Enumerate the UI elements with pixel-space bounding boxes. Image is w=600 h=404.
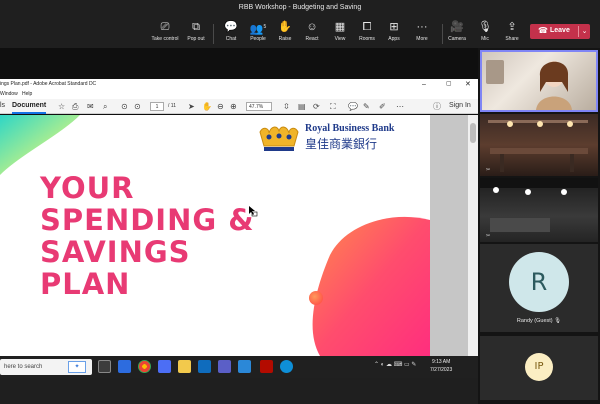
file-explorer-icon[interactable]	[178, 360, 191, 373]
more-icon: ···	[416, 21, 428, 33]
chrome-icon[interactable]	[138, 360, 151, 373]
edge-icon[interactable]	[280, 360, 293, 373]
highlight-icon[interactable]: ✎	[363, 102, 370, 111]
slide-title-line: PLAN	[40, 267, 131, 301]
comment-icon[interactable]: 💬	[348, 102, 358, 111]
page-down-icon[interactable]: ⊙	[134, 102, 141, 111]
slide-title-line: SAVINGS	[40, 235, 191, 269]
search-icon[interactable]: ⌕	[103, 102, 107, 111]
pop-out-button[interactable]: ⧉ Pop out	[178, 20, 214, 42]
rotate-icon[interactable]: ⟳	[313, 102, 320, 111]
slide-title-line: SPENDING &	[40, 203, 255, 237]
close-icon[interactable]: ✕	[465, 79, 471, 90]
window-title: RBB Workshop - Budgeting and Saving	[238, 4, 362, 11]
scroll-mode-icon[interactable]: ▤	[298, 102, 306, 111]
acrobat-icon[interactable]	[260, 360, 273, 373]
mic-muted-icon: ✂	[486, 233, 491, 239]
widgets-icon[interactable]	[118, 360, 131, 373]
draw-icon[interactable]: ✐	[379, 102, 386, 111]
participant-video-tile[interactable]	[480, 50, 598, 112]
document-scrollbar[interactable]	[468, 115, 478, 356]
pink-blob-shape	[312, 216, 430, 356]
search-highlight-icon: ✦	[68, 361, 86, 373]
slide-title-line: YOUR	[40, 171, 135, 205]
participants-panel: ✂ ✂ R Randy (Guest) 🎙 IP	[478, 48, 600, 404]
hand-tool-icon[interactable]: ✋	[202, 102, 212, 111]
bank-name: Royal Business Bank	[305, 123, 395, 134]
pop-out-icon: ⧉	[192, 21, 200, 33]
orange-dot-shape	[309, 291, 323, 305]
share-icon: ⇪	[507, 21, 517, 33]
page-up-icon[interactable]: ⊙	[121, 102, 128, 111]
outlook-icon[interactable]	[198, 360, 211, 373]
presenter-video	[486, 60, 572, 110]
mic-muted-icon: ✂	[486, 167, 491, 173]
task-view-icon[interactable]	[98, 360, 111, 373]
chevron-down-icon[interactable]: ⌄	[578, 26, 590, 37]
fit-page-icon[interactable]: ⇳	[283, 102, 290, 111]
page-number-input[interactable]: 1	[150, 102, 164, 111]
leave-button[interactable]: ☎ Leave ⌄	[530, 24, 590, 39]
people-count: 5	[263, 24, 267, 30]
avatar: IP	[525, 353, 553, 381]
scrollbar-thumb[interactable]	[470, 123, 476, 143]
share-button[interactable]: ⇪ Share	[494, 20, 530, 42]
minimize-icon[interactable]: –	[422, 79, 426, 90]
fullscreen-icon[interactable]: ⛶	[330, 102, 336, 111]
teal-blob-shape	[0, 115, 80, 175]
help-icon[interactable]: ⓘ	[433, 102, 441, 111]
zoom-level-select[interactable]: 47.7%	[246, 102, 272, 111]
teams-meeting-window: RBB Workshop - Budgeting and Saving ⎚ Ta…	[0, 0, 600, 404]
mic-muted-icon: 🎙	[554, 318, 562, 324]
more-tools-icon[interactable]: ⋯	[396, 102, 404, 111]
shared-screen: ings Plan.pdf - Adobe Acrobat Standard D…	[0, 48, 478, 378]
document-tab[interactable]: Document	[12, 99, 47, 114]
teams-app-icon[interactable]	[218, 360, 231, 373]
participant-name: Randy (Guest)	[516, 318, 553, 324]
windows-taskbar: here to search ✦ ⌃ ◐ ☁ ⌨ ▭ ✎ 9:13 AM 7/2…	[0, 356, 478, 378]
more-button[interactable]: ··· More	[404, 20, 440, 42]
zoom-in-icon[interactable]: ⊕	[230, 102, 237, 111]
star-icon[interactable]: ☆	[58, 102, 65, 111]
participant-video-tile[interactable]: ✂	[480, 114, 598, 176]
taskbar-clock[interactable]: 9:13 AM 7/27/2023	[430, 358, 452, 374]
participant-avatar-tile[interactable]: IP	[480, 336, 598, 400]
email-icon[interactable]: ✉	[87, 102, 94, 111]
phone-hangup-icon: ☎	[538, 26, 548, 35]
menu-window[interactable]: Window	[0, 90, 18, 99]
bank-crown-logo	[259, 126, 299, 151]
maximize-icon[interactable]: ▢	[446, 79, 452, 90]
acrobat-right-panel	[430, 115, 468, 356]
avatar: R	[509, 252, 569, 312]
menu-help[interactable]: Help	[22, 90, 32, 99]
presentation-slide: Royal Business Bank 皇佳商業銀行 YOUR SPENDING…	[0, 115, 430, 356]
store-icon[interactable]	[238, 360, 251, 373]
zoom-out-icon[interactable]: ⊖	[217, 102, 224, 111]
bank-name-chinese: 皇佳商業銀行	[305, 137, 378, 151]
print-icon[interactable]: ⎙	[72, 102, 78, 111]
teams-icon[interactable]	[158, 360, 171, 373]
meeting-toolbar: ⎚ Take control ⧉ Pop out 💬 Chat 👥5 Peopl…	[0, 16, 600, 48]
acrobat-menubar: Window Help	[0, 90, 478, 99]
bank-logo-text: Royal Business Bank 皇佳商業銀行	[305, 123, 394, 152]
page-total: / 11	[168, 103, 176, 109]
acrobat-titlebar: ings Plan.pdf - Adobe Acrobat Standard D…	[0, 79, 478, 90]
sign-in-link[interactable]: Sign In	[449, 102, 471, 109]
select-cursor-icon[interactable]: ➤	[188, 102, 195, 111]
taskbar-search-input[interactable]: here to search ✦	[0, 359, 92, 375]
acrobat-toolbar: ls Document ☆ ⎙ ✉ ⌕ ⊙ ⊙ 1 / 11 ➤ ✋ ⊖ ⊕ 4…	[0, 99, 478, 114]
participant-video-tile[interactable]: ✂	[480, 178, 598, 242]
slide-title: YOUR SPENDING & SAVINGS PLAN	[40, 172, 255, 300]
room-video	[480, 178, 598, 232]
people-icon: 👥	[249, 23, 264, 36]
participant-avatar-tile[interactable]: R Randy (Guest) 🎙	[480, 244, 598, 332]
system-tray-icons[interactable]: ⌃ ◐ ☁ ⌨ ▭ ✎	[374, 361, 416, 368]
room-video	[488, 120, 588, 172]
tools-tab[interactable]: ls	[0, 102, 5, 109]
